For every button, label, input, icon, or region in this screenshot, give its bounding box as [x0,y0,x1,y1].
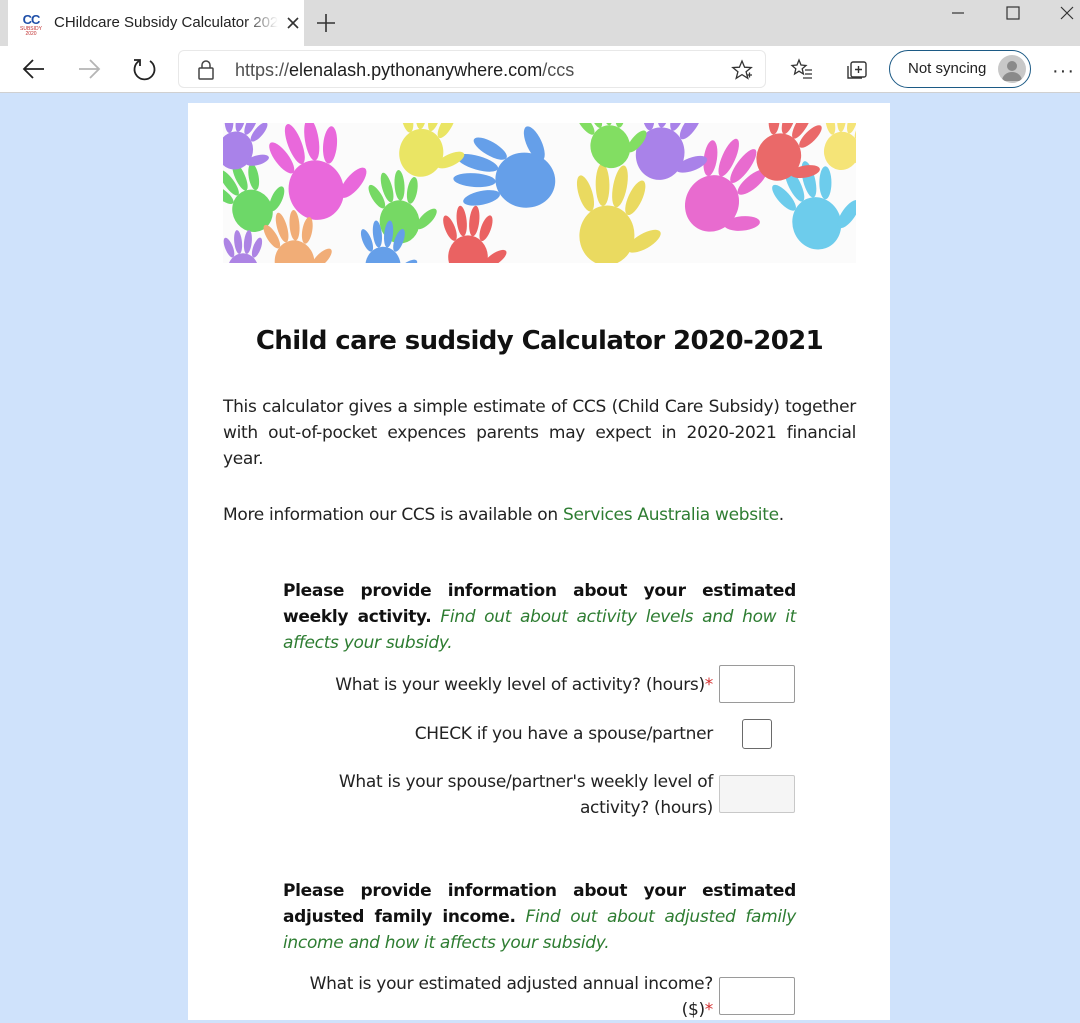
more-info-suffix: . [778,505,784,525]
maximize-icon[interactable] [1000,2,1026,24]
close-icon[interactable] [284,14,302,32]
page-content: Child care sudsidy Calculator 2020-2021 … [188,103,890,1020]
page-title: Child care sudsidy Calculator 2020-2021 [255,326,824,356]
profile-icon [1002,61,1022,81]
spouse-checkbox[interactable] [742,719,772,749]
browser-toolbar: https://elenalash.pythonanywhere.com/ccs… [0,46,1080,93]
refresh-icon[interactable] [130,55,158,83]
minimize-icon[interactable] [945,2,971,24]
income-section-heading: Please provide information about your es… [283,878,796,956]
annual-income-input[interactable] [719,977,795,1015]
star-icon[interactable] [731,59,753,81]
lock-icon[interactable] [197,60,215,80]
favicon: CC SUBSIDY 2020 [20,12,42,37]
weekly-activity-label: What is your weekly level of activity? (… [283,672,713,698]
url-path: /ccs [542,60,575,80]
sync-button[interactable]: Not syncing [889,50,1031,88]
required-mark: * [704,1000,714,1020]
url-host: elenalash.pythonanywhere.com [289,60,543,80]
required-mark: * [704,675,714,695]
weekly-activity-label-text: What is your weekly level of activity? (… [335,675,705,695]
favicon-text: CC [22,12,41,27]
weekly-activity-input[interactable] [719,665,795,703]
handprints-image [223,123,856,263]
activity-section-heading: Please provide information about your es… [283,578,796,656]
window-close-icon[interactable] [1054,2,1080,24]
spouse-activity-input[interactable] [719,775,795,813]
more-info-prefix: More information our CCS is available on [223,505,563,525]
more-info-text: More information our CCS is available on… [223,502,856,528]
arrow-right-icon[interactable] [75,55,103,83]
address-bar[interactable]: https://elenalash.pythonanywhere.com/ccs [178,50,766,88]
sync-label: Not syncing [908,60,987,77]
spouse-activity-label: What is your spouse/partner's weekly lev… [338,772,713,818]
tab-strip: CC SUBSIDY 2020 CHildcare Subsidy Calcul… [0,0,1080,46]
url-scheme: https:// [235,60,290,80]
annual-income-label-text: What is your estimated adjusted annual i… [309,974,714,1020]
intro-text: This calculator gives a simple estimate … [223,397,856,469]
url-text[interactable]: https://elenalash.pythonanywhere.com/ccs [235,60,574,81]
favicon-subtext: SUBSIDY 2020 [20,26,42,37]
collections-icon[interactable] [846,57,870,81]
more-menu-button[interactable]: ··· [1052,60,1075,83]
arrow-left-icon[interactable] [20,55,48,83]
spouse-check-label: CHECK if you have a spouse/partner [414,724,714,744]
favorites-list-icon[interactable] [790,57,814,81]
annual-income-label: What is your estimated adjusted annual i… [283,971,714,1023]
avatar [998,55,1026,83]
handprints-banner [223,123,856,263]
tab-title: CHildcare Subsidy Calculator 2020-2021 [54,14,278,31]
browser-tab[interactable]: CC SUBSIDY 2020 CHildcare Subsidy Calcul… [8,0,304,46]
services-australia-link[interactable]: Services Australia website [563,505,779,525]
plus-icon[interactable] [315,12,337,34]
